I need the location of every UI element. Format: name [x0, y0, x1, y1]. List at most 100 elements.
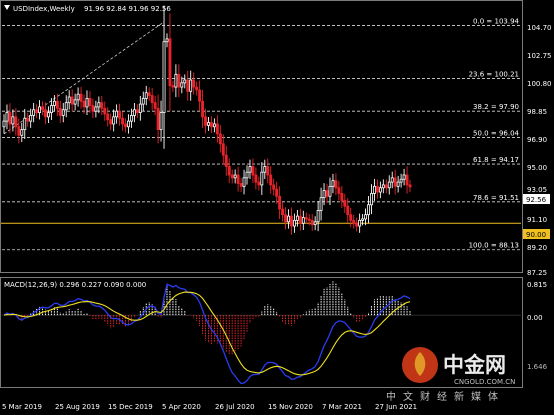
time-label: 25 Aug 2019 [55, 403, 100, 411]
candle-body [127, 120, 130, 128]
candle-body [100, 102, 104, 109]
candle-body [192, 79, 196, 88]
candle-body [70, 96, 74, 105]
candle-body [334, 180, 338, 189]
candle-body [177, 73, 181, 88]
candle-body [349, 214, 353, 221]
candle-body [227, 166, 231, 176]
candle-body [162, 41, 166, 114]
macd-line [3, 283, 411, 385]
candle-body [132, 109, 136, 116]
candle-body [224, 154, 228, 167]
ohlc-readout: 91.96 92.84 91.96 92.56 [84, 5, 171, 13]
candle-body [58, 107, 62, 116]
candle-body [337, 187, 341, 194]
candle-body [260, 171, 264, 186]
fib-level-label: 23.6 = 100.21 [469, 70, 519, 78]
candle-body [221, 143, 225, 156]
candle-body [361, 218, 365, 221]
candle-body [186, 79, 190, 92]
candle-body [76, 93, 80, 101]
candle-body [239, 183, 243, 187]
macd-tick: 0.00 [527, 314, 543, 322]
candle-body [29, 115, 33, 122]
candle-body [272, 184, 276, 190]
macd-tick-bottom: 1.646 [527, 363, 548, 371]
candle-body [316, 210, 320, 223]
fib-level-label: 0.0 = 103.94 [473, 18, 519, 26]
candle-body [61, 109, 65, 116]
candle-body [156, 107, 160, 131]
price-chart[interactable]: USDIndex,Weekly 91.96 92.84 91.96 92.56 … [0, 0, 554, 415]
candle-body [367, 204, 370, 216]
candle-body [390, 177, 394, 183]
candle-body [115, 110, 119, 118]
candle-body [378, 187, 382, 193]
candle-body [35, 109, 39, 114]
candle-body [106, 113, 110, 121]
candle-body [138, 103, 142, 114]
candle-body [55, 100, 59, 109]
candle-body [210, 122, 213, 128]
candle-body [38, 106, 41, 114]
candle-body [121, 117, 124, 125]
candle-body [212, 123, 216, 128]
candle-body [257, 181, 261, 186]
candle-body [393, 177, 397, 187]
candle-body [301, 217, 305, 224]
candle-body [88, 98, 92, 106]
current-price-label: 92.56 [526, 196, 547, 204]
candle-body [355, 222, 359, 227]
fibonacci-retracement[interactable]: 0.0 = 103.94 23.6 = 100.21 38.2 = 97.90 50.… [2, 18, 521, 251]
candle-body [124, 123, 127, 128]
time-label: 5 Mar 2019 [2, 403, 42, 411]
candle-body [49, 105, 53, 114]
candle-body [328, 185, 332, 197]
candle-body [278, 195, 282, 210]
price-tick: 95.00 [527, 164, 547, 172]
candle-body [150, 95, 154, 104]
candle-body [91, 105, 95, 112]
candle-body [183, 79, 187, 84]
price-tick: 87.25 [527, 269, 547, 277]
candle-body [201, 100, 204, 118]
fib-level-label: 78.6 = 91.51 [473, 194, 519, 202]
candle-body [381, 184, 385, 189]
watermark: 中金网 CNGOLD.COM.CN 中文财经新媒体 [386, 347, 515, 403]
hline-price-label: 90.00 [526, 231, 546, 239]
fib-level-label: 38.2 = 97.90 [473, 103, 519, 111]
candle-body [112, 116, 116, 125]
candle-body [402, 174, 406, 180]
main-pane-frame [0, 0, 523, 273]
candle-body [168, 38, 172, 87]
candle-body [307, 218, 311, 221]
candle-body [343, 200, 347, 207]
candle-body [207, 122, 210, 126]
candle-body [218, 133, 222, 145]
time-axis: 5 Mar 2019 25 Aug 2019 15 Dec 2019 5 Apr… [2, 403, 417, 411]
candle-body [284, 214, 287, 223]
symbol-label: USDIndex,Weekly [13, 5, 75, 13]
candle-body [171, 85, 175, 88]
candle-body [408, 184, 412, 188]
candle-body [387, 181, 391, 189]
candle-body [304, 217, 308, 220]
time-label: 27 Jun 2021 [375, 403, 417, 411]
candle-body [370, 193, 373, 206]
candle-body [195, 86, 199, 91]
price-tick: 100.80 [527, 80, 552, 88]
candle-body [103, 107, 107, 115]
candle-body [263, 166, 267, 173]
candle-body [236, 174, 240, 184]
macd-tick: 0.815 [527, 281, 547, 289]
candle-body [189, 79, 193, 92]
candle-body [230, 174, 234, 179]
macd-label: MACD(12,26,9) 0.296 0.227 0.090 0.000 [4, 281, 146, 289]
candle-body [331, 180, 335, 187]
candle-body [322, 190, 326, 199]
candle-body [2, 120, 6, 128]
candle-body [373, 185, 376, 194]
fib-level-label: 50.0 = 96.04 [473, 130, 519, 138]
candle-body [64, 102, 68, 111]
fib-level-label: 100.0 = 88.13 [469, 242, 519, 250]
